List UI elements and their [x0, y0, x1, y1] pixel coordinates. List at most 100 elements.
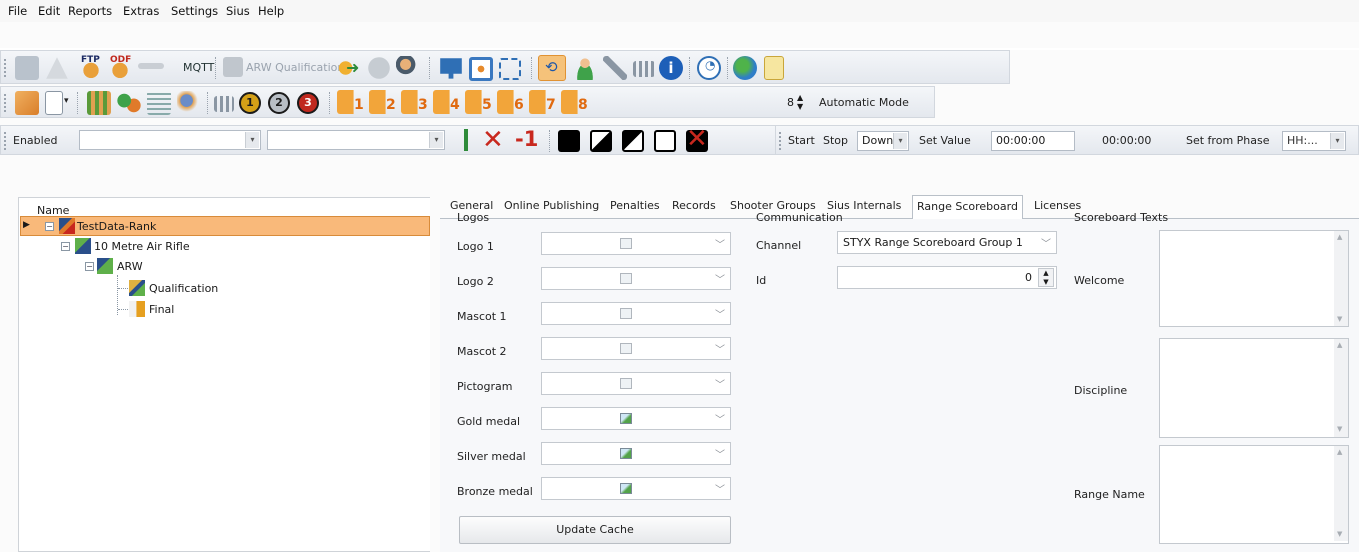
white-square-icon[interactable]	[654, 130, 676, 152]
menu-reports[interactable]: Reports	[68, 4, 112, 18]
group-icon[interactable]	[117, 91, 141, 115]
spinner-arrows-icon[interactable]: ▲ ▼	[1038, 268, 1054, 287]
menu-edit[interactable]: Edit	[38, 4, 60, 18]
chevron-down-icon[interactable]: ▾	[245, 132, 259, 148]
tab-range-scoreboard[interactable]: Range Scoreboard	[912, 195, 1023, 219]
save-icon[interactable]	[15, 56, 39, 80]
channel-select[interactable]: STYX Range Scoreboard Group 1 ﹀	[837, 231, 1057, 254]
import-arrow-icon[interactable]: ➜	[336, 56, 360, 80]
tree-item-10m-air-rifle[interactable]: − 10 Metre Air Rifle	[19, 237, 429, 256]
logo-2-select[interactable]: ﹀	[541, 267, 731, 290]
lane-4-icon[interactable]: 4	[433, 90, 463, 114]
copy-icon[interactable]	[15, 91, 39, 115]
spinner-arrows-icon[interactable]: ▲ ▼	[797, 93, 803, 111]
chevron-down-icon[interactable]: ▾	[1330, 133, 1344, 149]
dash-icon[interactable]	[138, 63, 164, 69]
lane-2-icon[interactable]: 2	[369, 90, 399, 114]
tab-online-publishing[interactable]: Online Publishing	[504, 199, 599, 212]
chevron-down-icon[interactable]: ▾	[429, 132, 443, 148]
mascot-1-select[interactable]: ﹀	[541, 302, 731, 325]
menu-help[interactable]: Help	[258, 4, 284, 18]
scrollbar[interactable]: ▲ ▼	[1334, 339, 1348, 437]
chevron-down-icon[interactable]: ﹀	[715, 446, 725, 461]
odf-export-icon[interactable]: ODF	[108, 55, 132, 80]
tree-item-final[interactable]: Final	[19, 300, 429, 319]
bar-chart-icon[interactable]	[633, 61, 655, 77]
chevron-down-icon[interactable]: ▾	[893, 133, 907, 149]
filter-combobox[interactable]: ▾	[79, 130, 261, 150]
search-user-icon[interactable]	[177, 91, 201, 115]
scroll-down-icon[interactable]: ▼	[1337, 530, 1342, 538]
diagonal-half-icon[interactable]	[590, 130, 612, 152]
chevron-down-icon[interactable]: ﹀	[715, 306, 725, 321]
tab-penalties[interactable]: Penalties	[610, 199, 660, 212]
lane-count-spinner[interactable]: 8 ▲ ▼	[781, 93, 813, 113]
pictogram-select[interactable]: ﹀	[541, 372, 731, 395]
stop-button[interactable]: Stop	[823, 134, 848, 147]
chevron-down-icon[interactable]: ﹀	[715, 481, 725, 496]
logo-1-select[interactable]: ﹀	[541, 232, 731, 255]
menu-sius[interactable]: Sius	[226, 4, 250, 18]
mascot-2-select[interactable]: ﹀	[541, 337, 731, 360]
discipline-textarea[interactable]: ▲ ▼	[1159, 338, 1349, 438]
time-input[interactable]: 00:00:00	[991, 131, 1075, 151]
menu-file[interactable]: File	[8, 4, 27, 18]
id-spinner[interactable]: 0 ▲ ▼	[837, 266, 1057, 289]
scroll-up-icon[interactable]: ▲	[1337, 233, 1342, 241]
chevron-down-icon[interactable]: ▾	[64, 96, 69, 106]
tree-item-qualification[interactable]: Qualification	[19, 279, 429, 298]
ftp-export-icon[interactable]: FTP	[79, 55, 103, 80]
minus-one-button[interactable]: -1	[515, 127, 538, 151]
cancel-shot-icon[interactable]: ✕	[481, 125, 505, 155]
direction-select[interactable]: Down ▾	[857, 131, 909, 151]
black-square-icon[interactable]	[558, 130, 580, 152]
warning-icon[interactable]	[46, 57, 68, 79]
numbers-icon[interactable]	[147, 91, 171, 115]
cable-icon[interactable]	[603, 56, 627, 80]
sync-icon[interactable]: ⟲	[538, 55, 566, 81]
medal-2-icon[interactable]: 2	[268, 92, 290, 114]
automatic-mode-button[interactable]: Automatic Mode	[819, 96, 909, 109]
secondary-combobox[interactable]: ▾	[267, 130, 445, 150]
bar-chart-icon[interactable]	[214, 96, 234, 112]
start-button[interactable]: Start	[788, 134, 815, 147]
collapse-icon[interactable]: −	[45, 222, 54, 231]
chevron-down-icon[interactable]: ﹀	[715, 376, 725, 391]
lane-3-icon[interactable]: 3	[401, 90, 431, 114]
signal-icon[interactable]	[456, 129, 476, 151]
new-page-icon[interactable]	[45, 91, 63, 115]
chevron-down-icon[interactable]: ﹀	[715, 411, 725, 426]
chevron-down-icon[interactable]: ﹀	[715, 341, 725, 356]
lane-8-icon[interactable]: 8	[561, 90, 591, 114]
monitor-icon[interactable]	[440, 58, 462, 79]
range-name-textarea[interactable]: ▲ ▼	[1159, 445, 1349, 544]
update-cache-button[interactable]: Update Cache	[459, 516, 731, 544]
globe-icon[interactable]	[733, 56, 757, 80]
phase-select[interactable]: HH:... ▾	[1282, 131, 1346, 151]
gold-medal-select[interactable]: ﹀	[541, 407, 731, 430]
user-icon[interactable]	[573, 56, 597, 80]
grid-users-icon[interactable]	[87, 91, 111, 115]
diagonal-half-alt-icon[interactable]	[622, 130, 644, 152]
target-frame-icon[interactable]	[469, 57, 493, 81]
scroll-down-icon[interactable]: ▼	[1337, 315, 1342, 323]
person-grey-icon[interactable]	[368, 57, 390, 79]
mqtt-button[interactable]: MQTT	[183, 61, 214, 74]
black-square-cross-icon[interactable]: ✕	[686, 124, 708, 154]
scroll-up-icon[interactable]: ▲	[1337, 448, 1342, 456]
silver-medal-select[interactable]: ﹀	[541, 442, 731, 465]
welcome-textarea[interactable]: ▲ ▼	[1159, 230, 1349, 327]
lane-5-icon[interactable]: 5	[465, 90, 495, 114]
lane-1-icon[interactable]: 1	[337, 90, 367, 114]
menu-extras[interactable]: Extras	[123, 4, 159, 18]
lane-7-icon[interactable]: 7	[529, 90, 559, 114]
lane-6-icon[interactable]: 6	[497, 90, 527, 114]
clock-icon[interactable]: ◔	[697, 56, 721, 80]
tree-item-testdata-rank[interactable]: ▶ − TestData-Rank	[20, 216, 430, 236]
arw-qualification-button[interactable]: ARW Qualification	[246, 61, 344, 74]
tab-records[interactable]: Records	[672, 199, 716, 212]
collapse-icon[interactable]: −	[85, 262, 94, 271]
info-icon[interactable]: i	[659, 56, 683, 80]
medal-3-icon[interactable]: 3	[297, 92, 319, 114]
set-from-phase-button[interactable]: Set from Phase	[1186, 134, 1270, 147]
